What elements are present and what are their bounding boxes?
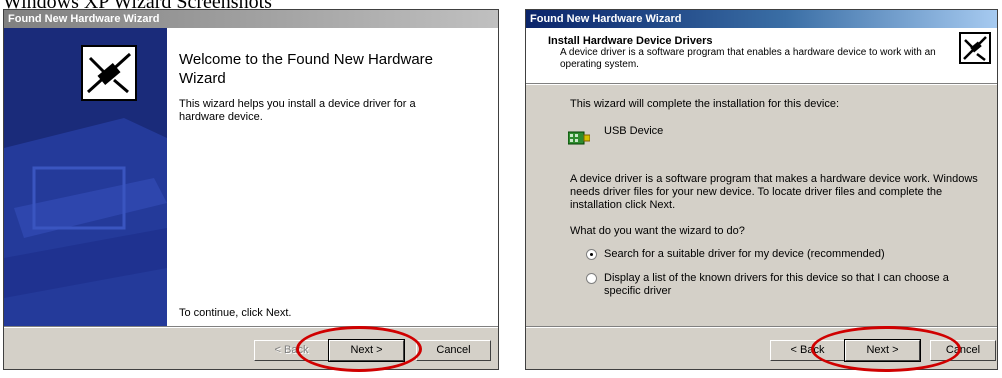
- back-button[interactable]: < Back: [770, 340, 845, 361]
- continue-instruction: To continue, click Next.: [179, 307, 292, 319]
- hardware-wizard-icon: [959, 32, 991, 64]
- button-separator: [526, 326, 997, 328]
- hardware-wizard-art: [4, 28, 167, 326]
- header-separator: [526, 83, 997, 85]
- next-button[interactable]: Next >: [328, 339, 405, 362]
- header-title: Install Hardware Device Drivers: [548, 35, 713, 47]
- search-driver-label[interactable]: Search for a suitable driver for my devi…: [604, 248, 885, 261]
- display-list-radio[interactable]: [586, 273, 597, 284]
- found-new-hardware-wizard-welcome: Found New Hardware Wizard Welcome to the…: [3, 9, 499, 370]
- driver-info-text: A device driver is a software program th…: [570, 173, 978, 211]
- intro-text: This wizard will complete the installati…: [570, 98, 840, 110]
- header-subtitle: A device driver is a software program th…: [560, 47, 936, 70]
- hardware-wizard-icon: [81, 45, 137, 101]
- welcome-title: Welcome to the Found New Hardware Wizard: [179, 51, 434, 87]
- found-new-hardware-wizard-install: Found New Hardware Wizard Install Hardwa…: [525, 9, 998, 370]
- window-title[interactable]: Found New Hardware Wizard: [4, 10, 498, 28]
- question-text: What do you want the wizard to do?: [570, 225, 745, 237]
- device-name: USB Device: [604, 125, 664, 137]
- welcome-description: This wizard helps you install a device d…: [179, 98, 416, 123]
- back-button[interactable]: < Back: [254, 340, 329, 361]
- cancel-button[interactable]: Cancel: [930, 340, 996, 361]
- window-title[interactable]: Found New Hardware Wizard: [526, 10, 997, 28]
- next-button[interactable]: Next >: [844, 339, 921, 362]
- wizard-header: Install Hardware Device Drivers A device…: [526, 28, 997, 83]
- welcome-panel: Welcome to the Found New Hardware Wizard…: [167, 28, 498, 326]
- button-separator: [4, 326, 498, 328]
- display-list-label[interactable]: Display a list of the known drivers for …: [604, 272, 974, 298]
- wizard-side-art: [4, 28, 167, 326]
- search-driver-radio[interactable]: [586, 249, 597, 260]
- cancel-button[interactable]: Cancel: [416, 340, 491, 361]
- usb-device-icon: [568, 131, 590, 145]
